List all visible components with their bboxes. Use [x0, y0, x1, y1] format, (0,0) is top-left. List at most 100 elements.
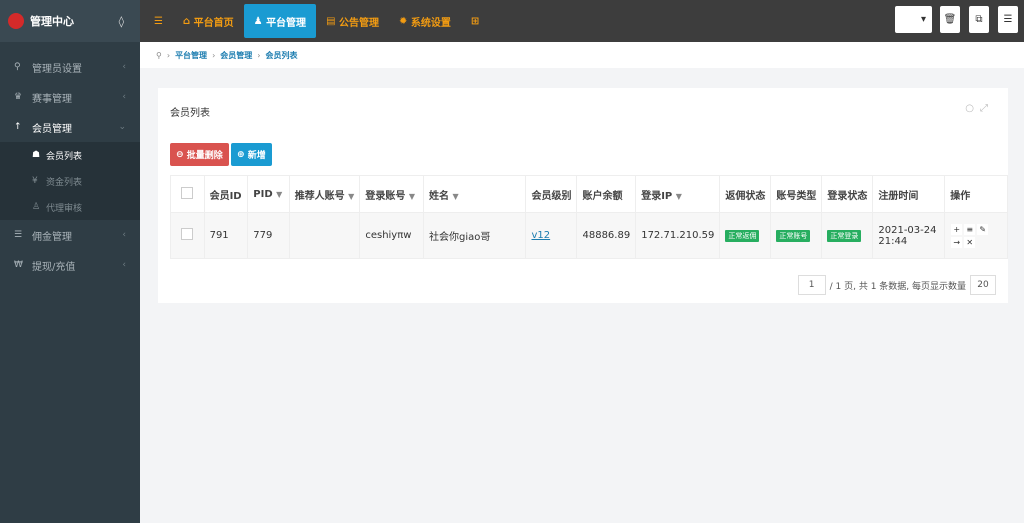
level-link[interactable]: v12 — [531, 230, 550, 241]
crumb-platform[interactable]: 平台管理 — [175, 50, 207, 61]
filter-icon[interactable]: ▼ — [453, 192, 459, 201]
pager-text: / 1 页, 共 1 条数据, 每页显示数量 — [829, 281, 966, 292]
col-login: 登录状态 — [821, 175, 874, 213]
edit-icon[interactable]: ✎ — [977, 223, 989, 235]
table-header: 会员ID PID ▼ 推荐人账号 ▼ 登录账号 ▼ 姓名 ▼ 会员级别 账户余额… — [170, 175, 1008, 213]
refresh-icon[interactable]: ○ — [965, 103, 980, 114]
grid-icon[interactable]: ⊞ — [461, 4, 489, 38]
crumb-members[interactable]: 会员管理 — [220, 50, 252, 61]
label: 批量删除 — [186, 151, 223, 161]
chevron-left-icon: ‹ — [122, 62, 126, 72]
chevron-down-icon: ⌄ — [118, 122, 126, 132]
label: 平台管理 — [266, 17, 307, 29]
cell-id: 791 — [203, 212, 249, 259]
breadcrumb: ⚲ › 平台管理 › 会员管理 › 会员列表 — [140, 42, 1024, 68]
member-table: 会员ID PID ▼ 推荐人账号 ▼ 登录账号 ▼ 姓名 ▼ 会员级别 账户余额… — [170, 175, 1008, 259]
submenu: ☗ 会员列表 ¥ 资金列表 ♙ 代理审核 — [0, 142, 140, 220]
nav-home[interactable]: ⌂ 平台首页 — [173, 4, 244, 38]
user-icon: ↑ — [14, 122, 22, 132]
add-button[interactable]: ⊕ 新增 — [231, 143, 272, 166]
page-input[interactable]: 1 — [797, 275, 826, 295]
cell-balance: 48886.89 — [576, 212, 637, 259]
menu-toggle-icon[interactable]: ☰ — [144, 4, 173, 38]
label: 代理审核 — [46, 203, 83, 214]
account-type-badge[interactable]: 正常账号 — [776, 230, 811, 242]
select-all-checkbox[interactable] — [181, 186, 194, 199]
filter-icon[interactable]: ▼ — [276, 190, 282, 199]
sidebar-item-events[interactable]: ♛ 赛事管理 ‹ — [0, 82, 140, 112]
cell-ip: 172.71.210.59 — [635, 212, 721, 259]
label: 佣金管理 — [32, 231, 72, 243]
label: 公告管理 — [339, 17, 379, 29]
close-icon[interactable]: ✕ — [964, 236, 976, 248]
label: 推荐人账号 — [294, 190, 345, 202]
nav-notice[interactable]: ▤ 公告管理 — [316, 4, 389, 38]
sidebar-subitem-member-list[interactable]: ☗ 会员列表 — [0, 142, 140, 168]
trophy-icon: ♛ — [14, 92, 23, 102]
sidebar: 管理中心 ◊ ⚲ 管理员设置 ‹ ♛ 赛事管理 ‹ ↑ 会员管理 ⌄ ☗ 会员列表 ¥ 资金列表… — [0, 0, 140, 523]
col-type: 账号类型 — [770, 175, 823, 213]
sidebar-item-admin[interactable]: ⚲ 管理员设置 ‹ — [0, 52, 140, 82]
sidebar-subitem-funds[interactable]: ¥ 资金列表 — [0, 168, 140, 194]
col-actions: 操作 — [944, 175, 1008, 213]
topbar: ☰ ⌂ 平台首页 ♟ 平台管理 ▤ 公告管理 ✹ 系统设置 ⊞ ▾ 🗑 ⧉ ☰ — [140, 0, 1024, 42]
chevron-left-icon: ‹ — [122, 92, 126, 102]
plus-icon[interactable]: + — [951, 223, 963, 235]
expand-icon[interactable]: ⤢ — [980, 103, 994, 114]
col-pid[interactable]: PID ▼ — [247, 175, 290, 213]
select-dropdown[interactable]: ▾ — [895, 6, 932, 33]
database-icon: ☰ — [14, 230, 23, 240]
sidebar-subitem-agent-review[interactable]: ♙ 代理审核 — [0, 194, 140, 220]
theme-drop-icon[interactable]: ◊ — [119, 15, 124, 28]
col-ip[interactable]: 登录IP ▼ — [635, 175, 721, 213]
label: 赛事管理 — [32, 93, 72, 105]
crumb-member-list[interactable]: 会员列表 — [265, 50, 297, 61]
sidebar-item-commission[interactable]: ☰ 佣金管理 ‹ — [0, 220, 140, 250]
batch-delete-button[interactable]: ⊖ 批量删除 — [170, 143, 229, 166]
col-rebate: 返佣状态 — [719, 175, 772, 213]
sidebar-item-members[interactable]: ↑ 会员管理 ⌄ — [0, 112, 140, 142]
users-icon: ☗ — [32, 150, 41, 160]
label: 平台首页 — [193, 17, 234, 29]
rebate-status-badge[interactable]: 正常返佣 — [725, 230, 760, 242]
per-page-input[interactable]: 20 — [970, 275, 996, 295]
cell-name: 社会你giao哥 — [423, 212, 527, 259]
chevron-left-icon: ‹ — [122, 230, 126, 240]
label: 新增 — [247, 151, 266, 161]
col-balance: 账户余额 — [576, 175, 637, 213]
label: 姓名 — [429, 190, 450, 202]
label: 会员管理 — [32, 123, 72, 135]
filter-icon[interactable]: ▼ — [348, 192, 354, 201]
cell-referrer — [288, 212, 361, 259]
cell-pid: 779 — [247, 212, 290, 259]
key-icon: ⚲ — [14, 62, 21, 72]
col-id: 会员ID — [203, 175, 249, 213]
list-icon[interactable]: ≡ — [964, 223, 976, 235]
label: 资金列表 — [46, 177, 83, 188]
chevron-left-icon: ‹ — [122, 260, 126, 270]
sidebar-item-withdraw[interactable]: ₩ 提现/充值 ‹ — [0, 250, 140, 280]
label: 管理员设置 — [32, 63, 82, 75]
trash-icon[interactable]: 🗑 — [940, 6, 960, 33]
cell-time: 21:44 — [878, 235, 908, 247]
col-account[interactable]: 登录账号 ▼ — [359, 175, 425, 213]
panel-title: 会员列表 — [170, 108, 210, 119]
row-checkbox[interactable] — [181, 228, 194, 240]
filter-icon[interactable]: ▼ — [676, 192, 682, 201]
nav-settings[interactable]: ✹ 系统设置 — [389, 4, 461, 38]
external-link-icon[interactable]: ⧉ — [969, 6, 989, 33]
arrow-right-icon[interactable]: → — [951, 236, 963, 248]
label: 会员列表 — [46, 151, 83, 162]
cell-date: 2021-03-24 — [878, 224, 937, 236]
nav-platform[interactable]: ♟ 平台管理 — [243, 4, 317, 38]
yen-icon: ¥ — [32, 176, 38, 186]
col-referrer[interactable]: 推荐人账号 ▼ — [288, 175, 361, 213]
table-row: 791 779 ceshiyπw 社会你giao哥 v12 48886.89 1… — [170, 212, 1008, 259]
list-icon[interactable]: ☰ — [998, 6, 1018, 33]
pagination: 1 / 1 页, 共 1 条数据, 每页显示数量 20 — [797, 275, 996, 295]
logo-icon — [8, 13, 24, 29]
filter-icon[interactable]: ▼ — [409, 192, 415, 201]
login-status-badge[interactable]: 正常登录 — [827, 230, 862, 242]
won-icon: ₩ — [14, 260, 23, 270]
col-name[interactable]: 姓名 ▼ — [423, 175, 527, 213]
